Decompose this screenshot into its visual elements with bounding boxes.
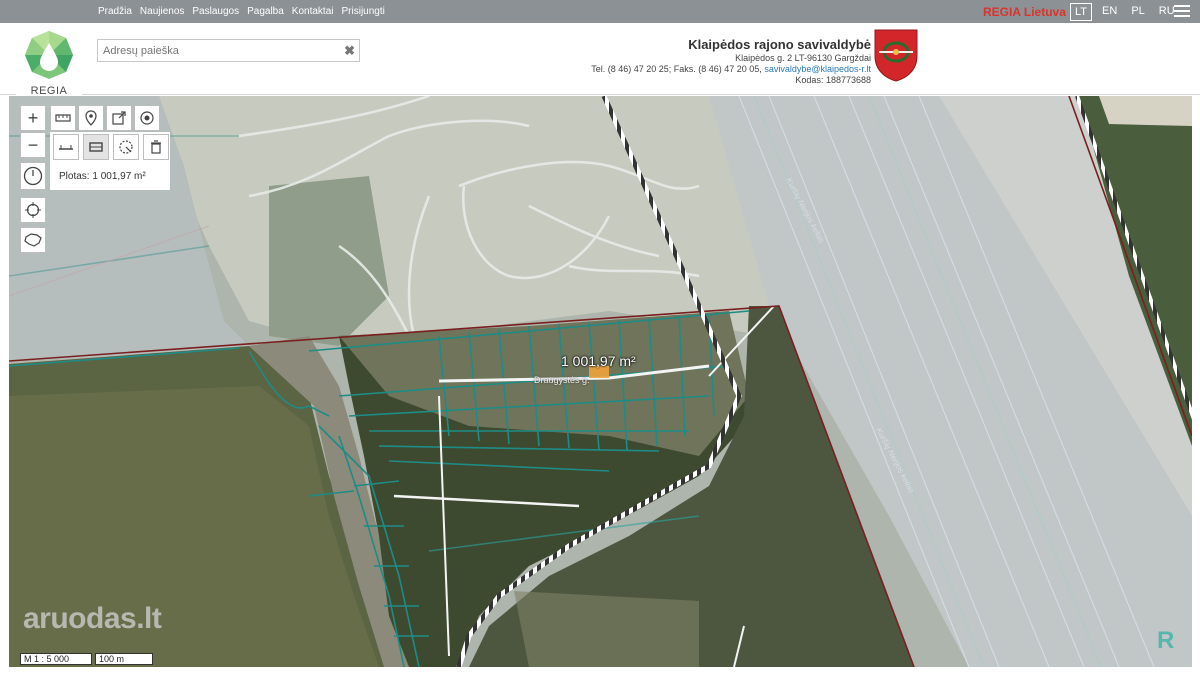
measure-area-button[interactable] — [83, 134, 109, 160]
nav-news[interactable]: Naujienos — [140, 6, 184, 17]
export-button[interactable] — [106, 105, 132, 131]
share-icon — [112, 111, 126, 125]
address-search: ✖ — [97, 39, 360, 62]
lang-en[interactable]: EN — [1098, 3, 1121, 21]
measure-line-button[interactable] — [53, 134, 79, 160]
time-button[interactable] — [20, 162, 46, 190]
regia-logo-icon — [25, 31, 73, 79]
crosshair-icon — [25, 202, 41, 218]
lang-pl[interactable]: PL — [1127, 3, 1148, 21]
municipality-email[interactable]: savivaldybe@klaipedos-r.lt — [764, 64, 871, 74]
map-view[interactable]: Kuršių Nerijos kelias Kuršių Nerijos kel… — [9, 96, 1192, 667]
area-result: Plotas: 1 001,97 m² — [59, 171, 146, 182]
line-measure-icon — [59, 145, 73, 150]
clear-search-icon[interactable]: ✖ — [344, 43, 355, 59]
map-pin-icon — [85, 110, 97, 126]
scale-distance: 100 m — [95, 653, 153, 665]
nav-contacts[interactable]: Kontaktai — [292, 6, 334, 17]
top-bar: Pradžia Naujienos Paslaugos Pagalba Kont… — [0, 0, 1200, 23]
regia-lietuva-link[interactable]: REGIA Lietuva — [983, 5, 1066, 19]
nav-services[interactable]: Paslaugos — [192, 6, 239, 17]
country-extent-button[interactable] — [20, 227, 46, 253]
measure-radius-button[interactable] — [113, 134, 139, 160]
trash-icon — [151, 140, 161, 154]
scale-bar: M 1 : 5 000 100 m — [20, 653, 153, 665]
top-nav: Pradžia Naujienos Paslaugos Pagalba Kont… — [98, 0, 385, 23]
regia-logo[interactable]: REGIA — [16, 27, 82, 103]
header: REGIA ✖ Klaipėdos rajono savivaldybė Kla… — [0, 23, 1200, 103]
nav-help[interactable]: Pagalba — [247, 6, 284, 17]
radius-icon — [119, 140, 133, 154]
municipality-info: Klaipėdos rajono savivaldybė Klaipėdos g… — [560, 37, 871, 86]
hamburger-menu-icon[interactable] — [1174, 5, 1190, 18]
target-icon — [140, 111, 154, 125]
lang-lt[interactable]: LT — [1070, 3, 1093, 21]
street-label: Draugystės g. — [534, 375, 590, 385]
nav-home[interactable]: Pradžia — [98, 6, 132, 17]
regia-corner-icon: R — [1157, 627, 1175, 654]
locate-button[interactable] — [20, 197, 46, 223]
language-switcher: LT EN PL RU — [1070, 3, 1185, 21]
municipality-code: Kodas: 188773688 — [795, 75, 871, 85]
place-marker-button[interactable] — [78, 105, 104, 131]
nav-login[interactable]: Prisijungti — [342, 6, 385, 17]
measurement-label: 1 001,97 m² — [561, 353, 636, 369]
lithuania-map-icon — [24, 233, 42, 247]
map-canvas[interactable] — [9, 96, 1192, 667]
municipality-name: Klaipėdos rajono savivaldybė — [688, 37, 871, 52]
scale-ratio: M 1 : 5 000 — [20, 653, 92, 665]
ruler-icon — [55, 114, 71, 122]
zoom-out-label: − — [27, 134, 39, 155]
address-search-input[interactable] — [98, 40, 333, 61]
zoom-in-button[interactable]: + — [20, 105, 46, 131]
clock-icon — [23, 166, 43, 186]
delete-measure-button[interactable] — [143, 134, 169, 160]
area-measure-icon — [89, 142, 103, 152]
municipality-address: Klaipėdos g. 2 LT-96130 Gargždai — [735, 53, 871, 63]
municipality-phone: Tel. (8 46) 47 20 25; Faks. (8 46) 47 20… — [591, 64, 762, 74]
municipality-phone-line: Tel. (8 46) 47 20 25; Faks. (8 46) 47 20… — [560, 64, 871, 75]
measure-distance-button[interactable] — [50, 105, 76, 131]
zoom-out-button[interactable]: − — [20, 132, 46, 158]
watermark: aruodas.lt — [23, 602, 162, 635]
zoom-in-label: + — [27, 107, 39, 128]
target-button[interactable] — [134, 105, 160, 131]
coat-of-arms-icon — [874, 29, 918, 82]
